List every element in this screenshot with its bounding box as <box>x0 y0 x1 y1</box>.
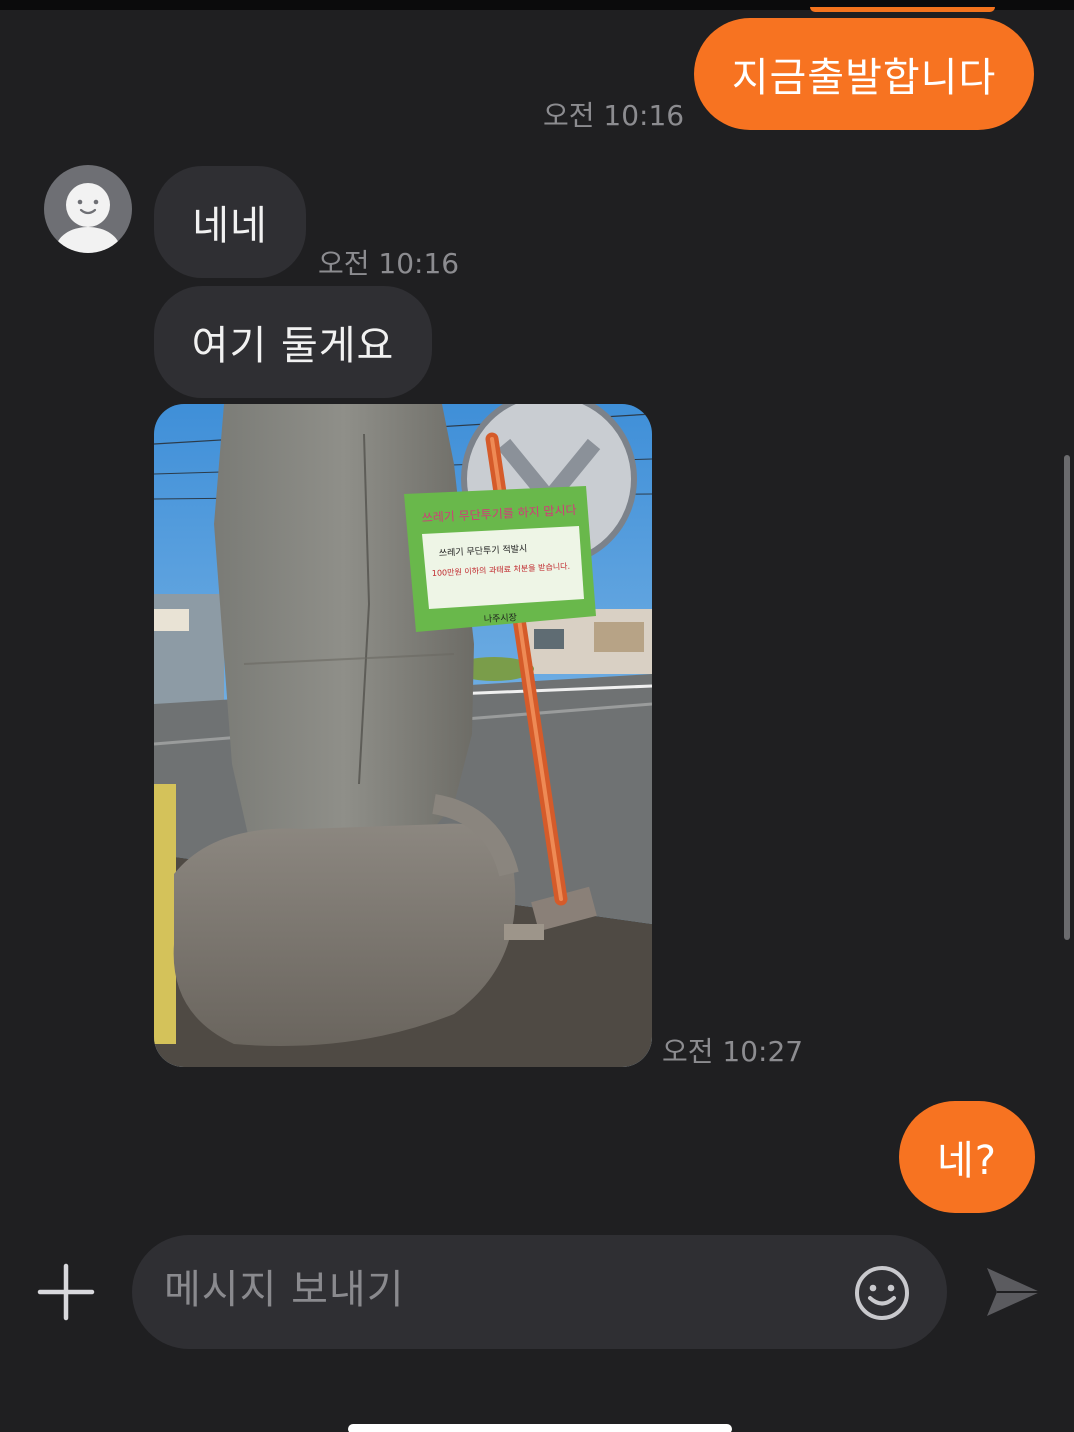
chat-scrollbar[interactable] <box>1064 455 1070 940</box>
message-text: 네? <box>936 1138 998 1184</box>
add-attachment-button[interactable] <box>36 1262 96 1322</box>
message-timestamp: 오전 10:16 <box>318 247 460 280</box>
default-profile-icon <box>56 183 120 253</box>
incoming-photo-message[interactable]: 쓰레기 무단투기를 하지 맙시다 쓰레기 무단투기 적발시 100만원 이하의 … <box>154 404 652 1067</box>
paper-plane-icon <box>987 1268 1040 1316</box>
incoming-message-bubble[interactable]: 네네 <box>154 166 306 278</box>
previous-message-edge <box>810 7 995 12</box>
message-text: 네네 <box>192 203 268 249</box>
message-text: 여기 둘게요 <box>191 323 395 369</box>
outgoing-message-bubble[interactable]: 네? <box>899 1101 1035 1213</box>
emoji-button[interactable] <box>852 1263 912 1323</box>
message-input-placeholder: 메시지 보내기 <box>164 1267 405 1313</box>
message-timestamp: 오전 10:16 <box>543 99 685 132</box>
photo-stone-monument: 쓰레기 무단투기를 하지 맙시다 쓰레기 무단투기 적발시 100만원 이하의 … <box>154 404 652 1067</box>
sign-footer: 나주시장 <box>484 612 518 625</box>
plus-icon <box>37 1263 95 1321</box>
message-input[interactable]: 메시지 보내기 <box>132 1235 947 1349</box>
message-text: 지금출발합니다 <box>731 55 997 101</box>
incoming-message-bubble[interactable]: 여기 둘게요 <box>154 286 432 398</box>
message-timestamp: 오전 10:27 <box>662 1035 804 1068</box>
home-indicator <box>348 1424 732 1432</box>
smiley-icon <box>855 1266 909 1320</box>
contact-avatar[interactable] <box>44 165 132 253</box>
outgoing-message-bubble[interactable]: 지금출발합니다 <box>694 18 1034 130</box>
chat-screen: 지금출발합니다 오전 10:16 네네 오전 10:16 여기 둘게요 쓰레기 … <box>0 0 1074 1432</box>
send-button[interactable] <box>983 1262 1043 1322</box>
